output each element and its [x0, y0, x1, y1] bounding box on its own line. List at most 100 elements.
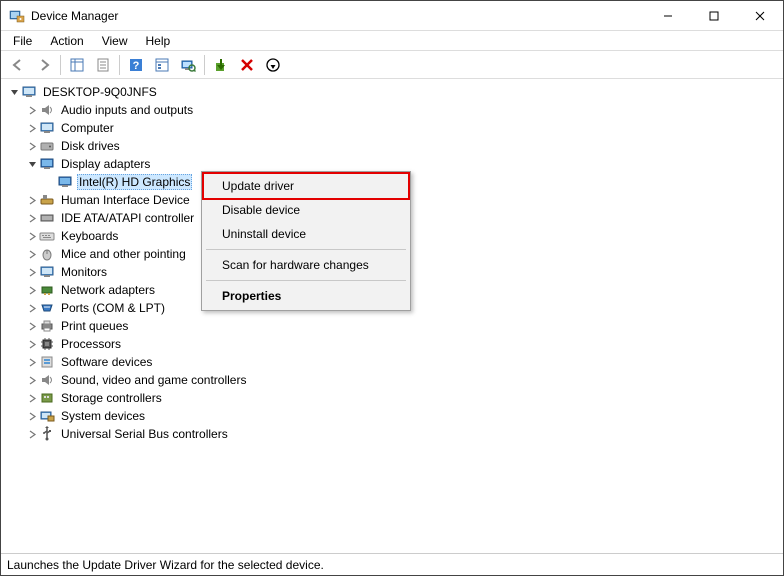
- storage-icon: [39, 390, 55, 406]
- window-controls: [645, 1, 783, 30]
- hid-icon: [39, 192, 55, 208]
- sound-icon: [39, 372, 55, 388]
- enable-device-button[interactable]: [209, 53, 233, 77]
- window-title: Device Manager: [31, 9, 645, 23]
- chevron-right-icon[interactable]: [25, 319, 39, 333]
- tree-category-sound[interactable]: Sound, video and game controllers: [7, 371, 777, 389]
- titlebar: Device Manager: [1, 1, 783, 31]
- ctx-uninstall-device[interactable]: Uninstall device: [204, 222, 408, 246]
- software-device-icon: [39, 354, 55, 370]
- menu-help[interactable]: Help: [138, 32, 179, 50]
- category-label: IDE ATA/ATAPI controller: [59, 211, 196, 225]
- chevron-right-icon[interactable]: [25, 337, 39, 351]
- show-hide-console-tree-button[interactable]: [65, 53, 89, 77]
- back-button[interactable]: [6, 53, 30, 77]
- network-icon: [39, 282, 55, 298]
- minimize-button[interactable]: [645, 1, 691, 30]
- svg-text:?: ?: [133, 60, 140, 72]
- toolbar-separator: [119, 55, 120, 75]
- tree-category-disk[interactable]: Disk drives: [7, 137, 777, 155]
- tree-category-audio[interactable]: Audio inputs and outputs: [7, 101, 777, 119]
- action-list-button[interactable]: [150, 53, 174, 77]
- chevron-down-icon[interactable]: [7, 85, 21, 99]
- tree-root[interactable]: DESKTOP-9Q0JNFS: [7, 83, 777, 101]
- chevron-right-icon[interactable]: [25, 355, 39, 369]
- status-text: Launches the Update Driver Wizard for th…: [7, 558, 324, 572]
- category-label: Processors: [59, 337, 123, 351]
- device-manager-icon: [9, 8, 25, 24]
- uninstall-device-button[interactable]: [235, 53, 259, 77]
- category-label: Audio inputs and outputs: [59, 103, 195, 117]
- chevron-right-icon[interactable]: [25, 373, 39, 387]
- category-label: Print queues: [59, 319, 130, 333]
- chevron-right-icon[interactable]: [25, 265, 39, 279]
- tree-category-computer[interactable]: Computer: [7, 119, 777, 137]
- chevron-down-icon[interactable]: [25, 157, 39, 171]
- toolbar-separator: [60, 55, 61, 75]
- ctx-properties[interactable]: Properties: [204, 284, 408, 308]
- chevron-right-icon[interactable]: [25, 409, 39, 423]
- chevron-right-icon[interactable]: [25, 229, 39, 243]
- chevron-right-icon[interactable]: [25, 139, 39, 153]
- update-driver-button[interactable]: [261, 53, 285, 77]
- statusbar: Launches the Update Driver Wizard for th…: [1, 553, 783, 575]
- keyboard-icon: [39, 228, 55, 244]
- chevron-right-icon[interactable]: [25, 211, 39, 225]
- speaker-icon: [39, 102, 55, 118]
- device-tree[interactable]: DESKTOP-9Q0JNFS Audio inputs and outputs…: [1, 79, 783, 553]
- tree-category-printq[interactable]: Print queues: [7, 317, 777, 335]
- tree-category-usb[interactable]: Universal Serial Bus controllers: [7, 425, 777, 443]
- ctx-scan-hardware[interactable]: Scan for hardware changes: [204, 253, 408, 277]
- help-button[interactable]: ?: [124, 53, 148, 77]
- usb-icon: [39, 426, 55, 442]
- tree-category-softdev[interactable]: Software devices: [7, 353, 777, 371]
- menu-action[interactable]: Action: [42, 32, 91, 50]
- properties-button[interactable]: [91, 53, 115, 77]
- category-label: System devices: [59, 409, 147, 423]
- category-label: Universal Serial Bus controllers: [59, 427, 230, 441]
- no-expander: [43, 175, 57, 189]
- category-label: Network adapters: [59, 283, 157, 297]
- chevron-right-icon[interactable]: [25, 301, 39, 315]
- ctx-separator: [206, 249, 406, 250]
- mouse-icon: [39, 246, 55, 262]
- ctx-disable-device[interactable]: Disable device: [204, 198, 408, 222]
- display-adapter-icon: [57, 174, 73, 190]
- cpu-icon: [39, 336, 55, 352]
- chevron-right-icon[interactable]: [25, 121, 39, 135]
- port-icon: [39, 300, 55, 316]
- context-menu: Update driver Disable device Uninstall d…: [201, 171, 411, 311]
- chevron-right-icon[interactable]: [25, 283, 39, 297]
- close-button[interactable]: [737, 1, 783, 30]
- display-adapter-icon: [39, 156, 55, 172]
- category-label: Display adapters: [59, 157, 152, 171]
- device-label: Intel(R) HD Graphics: [77, 174, 192, 190]
- ctx-update-driver[interactable]: Update driver: [202, 172, 410, 200]
- printer-icon: [39, 318, 55, 334]
- device-manager-window: Device Manager File Action View Help: [0, 0, 784, 576]
- menubar: File Action View Help: [1, 31, 783, 51]
- tree-category-processors[interactable]: Processors: [7, 335, 777, 353]
- category-label: Storage controllers: [59, 391, 164, 405]
- toolbar-separator: [204, 55, 205, 75]
- category-label: Sound, video and game controllers: [59, 373, 248, 387]
- category-label: Monitors: [59, 265, 109, 279]
- chevron-right-icon[interactable]: [25, 427, 39, 441]
- tree-category-sysdev[interactable]: System devices: [7, 407, 777, 425]
- computer-icon: [21, 84, 37, 100]
- category-label: Mice and other pointing: [59, 247, 188, 261]
- chevron-right-icon[interactable]: [25, 247, 39, 261]
- chevron-right-icon[interactable]: [25, 193, 39, 207]
- scan-hardware-button[interactable]: [176, 53, 200, 77]
- category-label: Human Interface Device: [59, 193, 192, 207]
- chevron-right-icon[interactable]: [25, 103, 39, 117]
- monitor-icon: [39, 120, 55, 136]
- category-label: Ports (COM & LPT): [59, 301, 167, 315]
- maximize-button[interactable]: [691, 1, 737, 30]
- tree-category-storage[interactable]: Storage controllers: [7, 389, 777, 407]
- menu-view[interactable]: View: [94, 32, 136, 50]
- forward-button[interactable]: [32, 53, 56, 77]
- chevron-right-icon[interactable]: [25, 391, 39, 405]
- menu-file[interactable]: File: [5, 32, 40, 50]
- system-device-icon: [39, 408, 55, 424]
